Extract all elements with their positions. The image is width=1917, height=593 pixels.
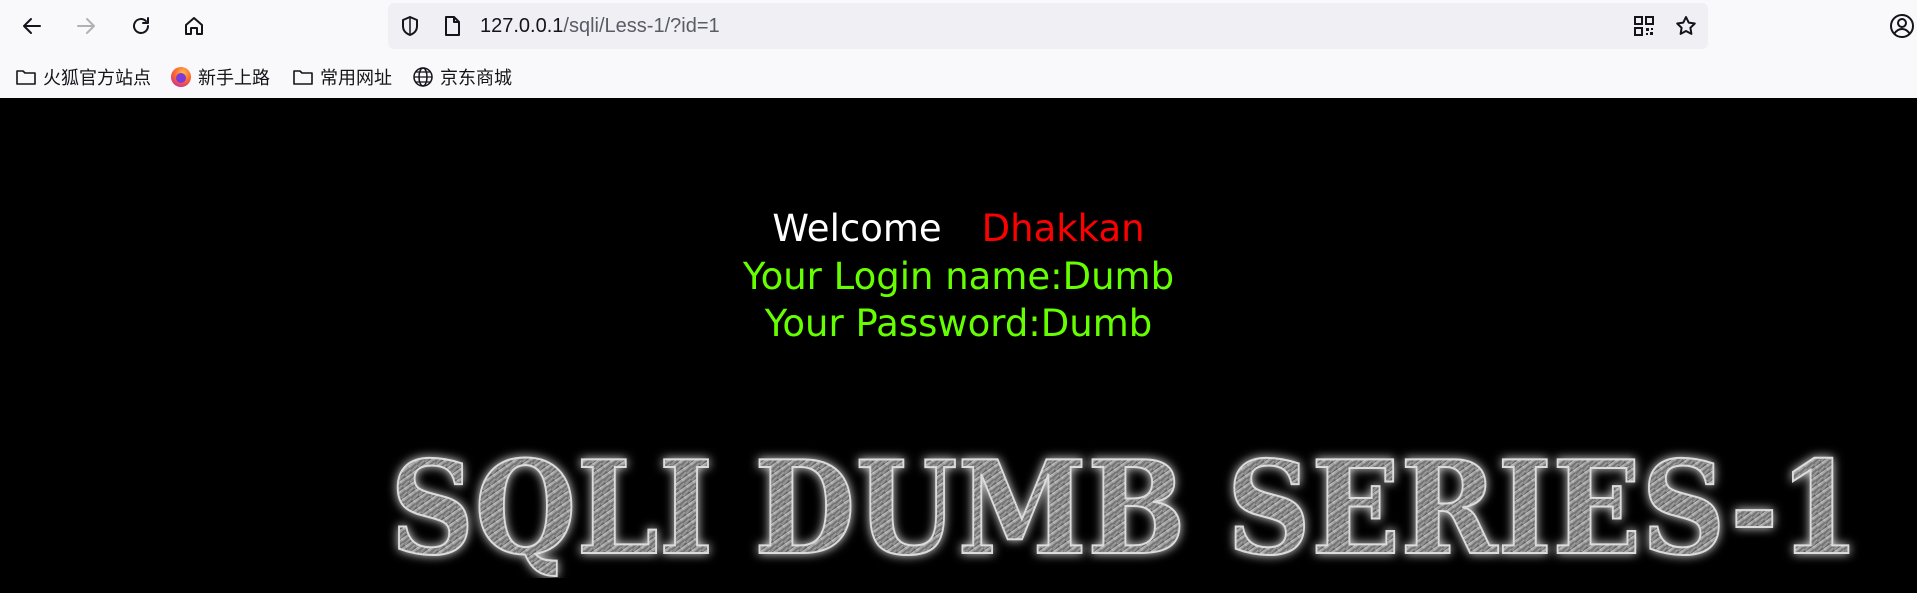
- forward-button[interactable]: [70, 10, 102, 42]
- home-button[interactable]: [178, 10, 210, 42]
- bookmark-label: 常用网址: [320, 68, 392, 88]
- bookmark-item[interactable]: 京东商城: [412, 62, 512, 92]
- url-host: 127.0.0.1: [480, 15, 564, 37]
- bookmark-label: 火狐官方站点: [43, 68, 151, 88]
- bookmark-label: 新手上路: [198, 68, 270, 88]
- bookmark-label: 京东商城: [440, 68, 512, 88]
- globe-icon: [412, 66, 434, 88]
- bookmark-item[interactable]: 火狐官方站点: [15, 62, 151, 92]
- folder-icon: [292, 66, 314, 88]
- user-name: Dhakkan: [981, 207, 1145, 250]
- url-bar[interactable]: 127.0.0.1/sqli/Less-1/?id=1: [388, 3, 1708, 49]
- password-line: Your Password:Dumb: [764, 302, 1153, 345]
- bookmark-star-icon[interactable]: [1674, 14, 1698, 38]
- qr-code-icon[interactable]: [1632, 14, 1656, 38]
- account-icon[interactable]: [1888, 12, 1916, 40]
- arrow-left-icon: [23, 18, 41, 34]
- url-path: /sqli/Less-1/?id=1: [563, 15, 720, 37]
- banner-title: SQLI DUMB SERIES-1: [390, 434, 1860, 578]
- bookmarks-toolbar: 火狐官方站点 新手上路 常用网址 京东商城: [0, 60, 1917, 94]
- folder-icon: [15, 66, 37, 88]
- reload-icon: [133, 17, 149, 34]
- welcome-line: Welcome Dhakkan: [0, 205, 1917, 252]
- welcome-text: Welcome: [772, 207, 942, 250]
- bookmark-item[interactable]: 新手上路: [170, 62, 270, 92]
- arrow-right-icon: [77, 18, 95, 34]
- bookmark-item[interactable]: 常用网址: [292, 62, 392, 92]
- page-content: Welcome Dhakkan Your Login name:Dumb Your…: [0, 98, 1917, 593]
- login-name-line: Your Login name:Dumb: [742, 255, 1175, 298]
- sqli-series-banner: SQLI DUMB SERIES-1: [389, 433, 1861, 578]
- back-button[interactable]: [16, 10, 48, 42]
- url-text[interactable]: 127.0.0.1/sqli/Less-1/?id=1: [480, 14, 720, 38]
- reload-button[interactable]: [125, 10, 157, 42]
- shield-icon[interactable]: [398, 14, 422, 38]
- navigation-toolbar: 127.0.0.1/sqli/Less-1/?id=1: [0, 0, 1917, 52]
- page-icon[interactable]: [440, 14, 464, 38]
- home-icon: [185, 17, 203, 35]
- firefox-icon: [170, 66, 192, 88]
- browser-chrome: 127.0.0.1/sqli/Less-1/?id=1 火狐官方站点 新手上路 …: [0, 0, 1917, 98]
